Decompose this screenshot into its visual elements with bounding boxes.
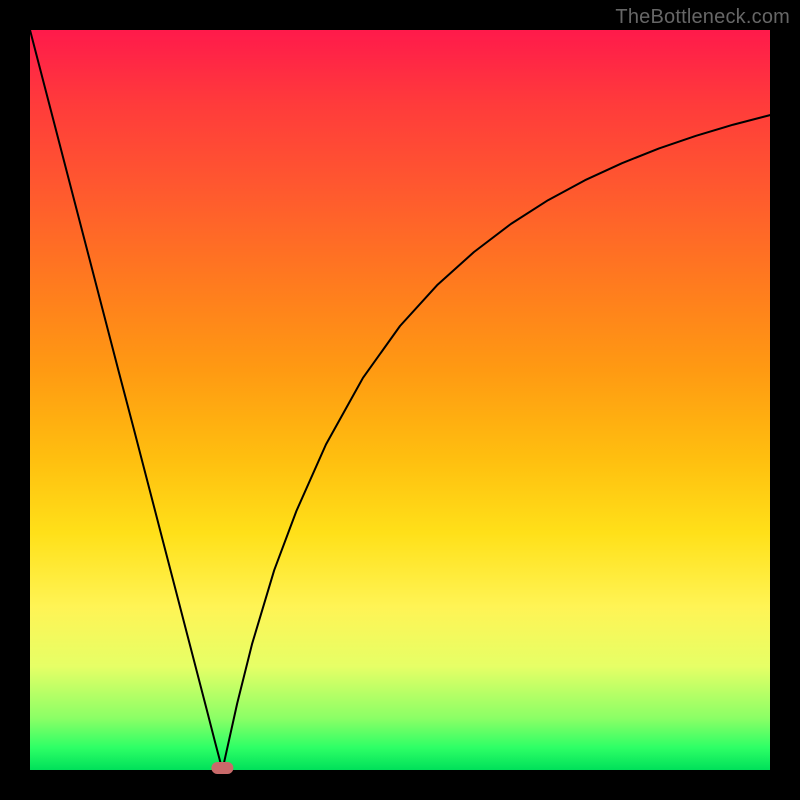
- minimum-marker: [211, 762, 233, 774]
- chart-frame: TheBottleneck.com: [0, 0, 800, 800]
- plot-area: [30, 30, 770, 770]
- curve-right-branch: [222, 115, 770, 770]
- curve-layer: [30, 30, 770, 770]
- watermark-text: TheBottleneck.com: [615, 6, 790, 29]
- curve-left-branch: [30, 30, 222, 770]
